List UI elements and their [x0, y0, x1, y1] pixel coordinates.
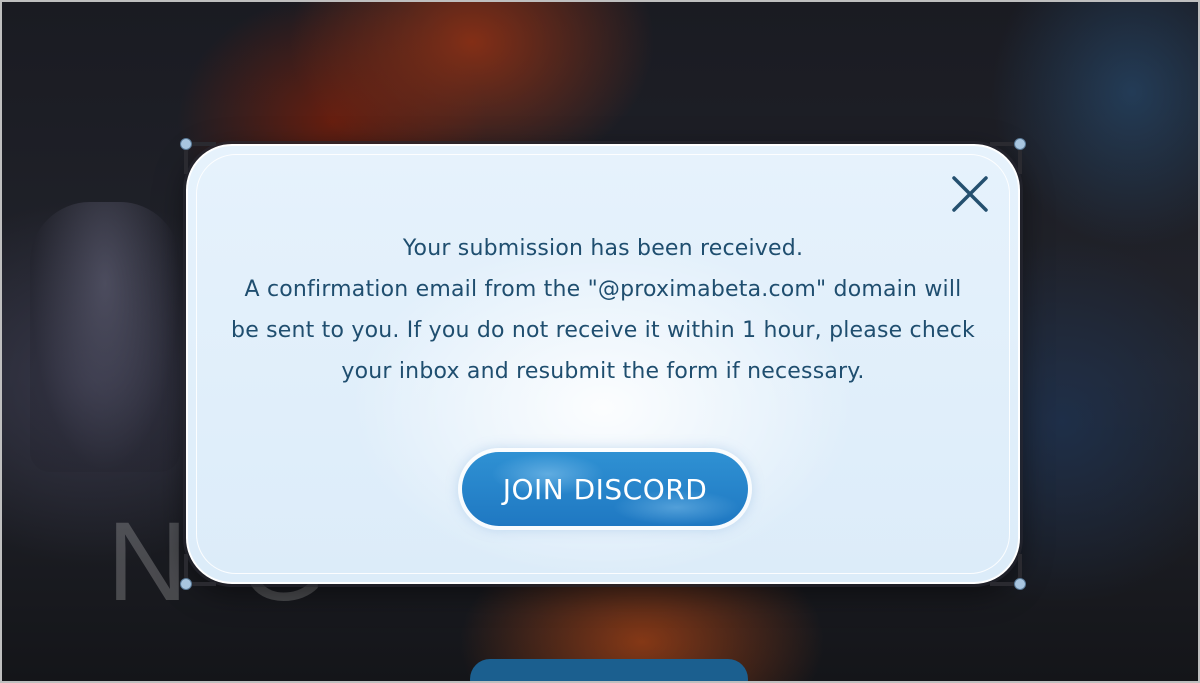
close-button[interactable]	[948, 172, 992, 216]
message-line: your inbox and resubmit the form if nece…	[341, 359, 865, 384]
background-character-art	[30, 202, 180, 472]
confirmation-message: Your submission has been received. A con…	[218, 228, 988, 392]
corner-dot-bottom-right	[1014, 578, 1026, 590]
background-button-partial	[470, 659, 748, 681]
message-line: Your submission has been received.	[402, 236, 804, 261]
join-discord-button-face: JOIN DISCORD	[462, 452, 748, 526]
join-discord-label: JOIN DISCORD	[502, 472, 708, 506]
game-screen: N G Your submission has been received. A…	[0, 0, 1200, 683]
corner-dot-bottom-left	[180, 578, 192, 590]
close-icon	[952, 176, 988, 212]
corner-dot-top-right	[1014, 138, 1026, 150]
message-line: A confirmation email from the "@proximab…	[244, 277, 962, 302]
confirmation-dialog: Your submission has been received. A con…	[180, 138, 1026, 590]
join-discord-button[interactable]: JOIN DISCORD	[458, 448, 752, 530]
corner-dot-top-left	[180, 138, 192, 150]
message-line: be sent to you. If you do not receive it…	[231, 318, 975, 343]
